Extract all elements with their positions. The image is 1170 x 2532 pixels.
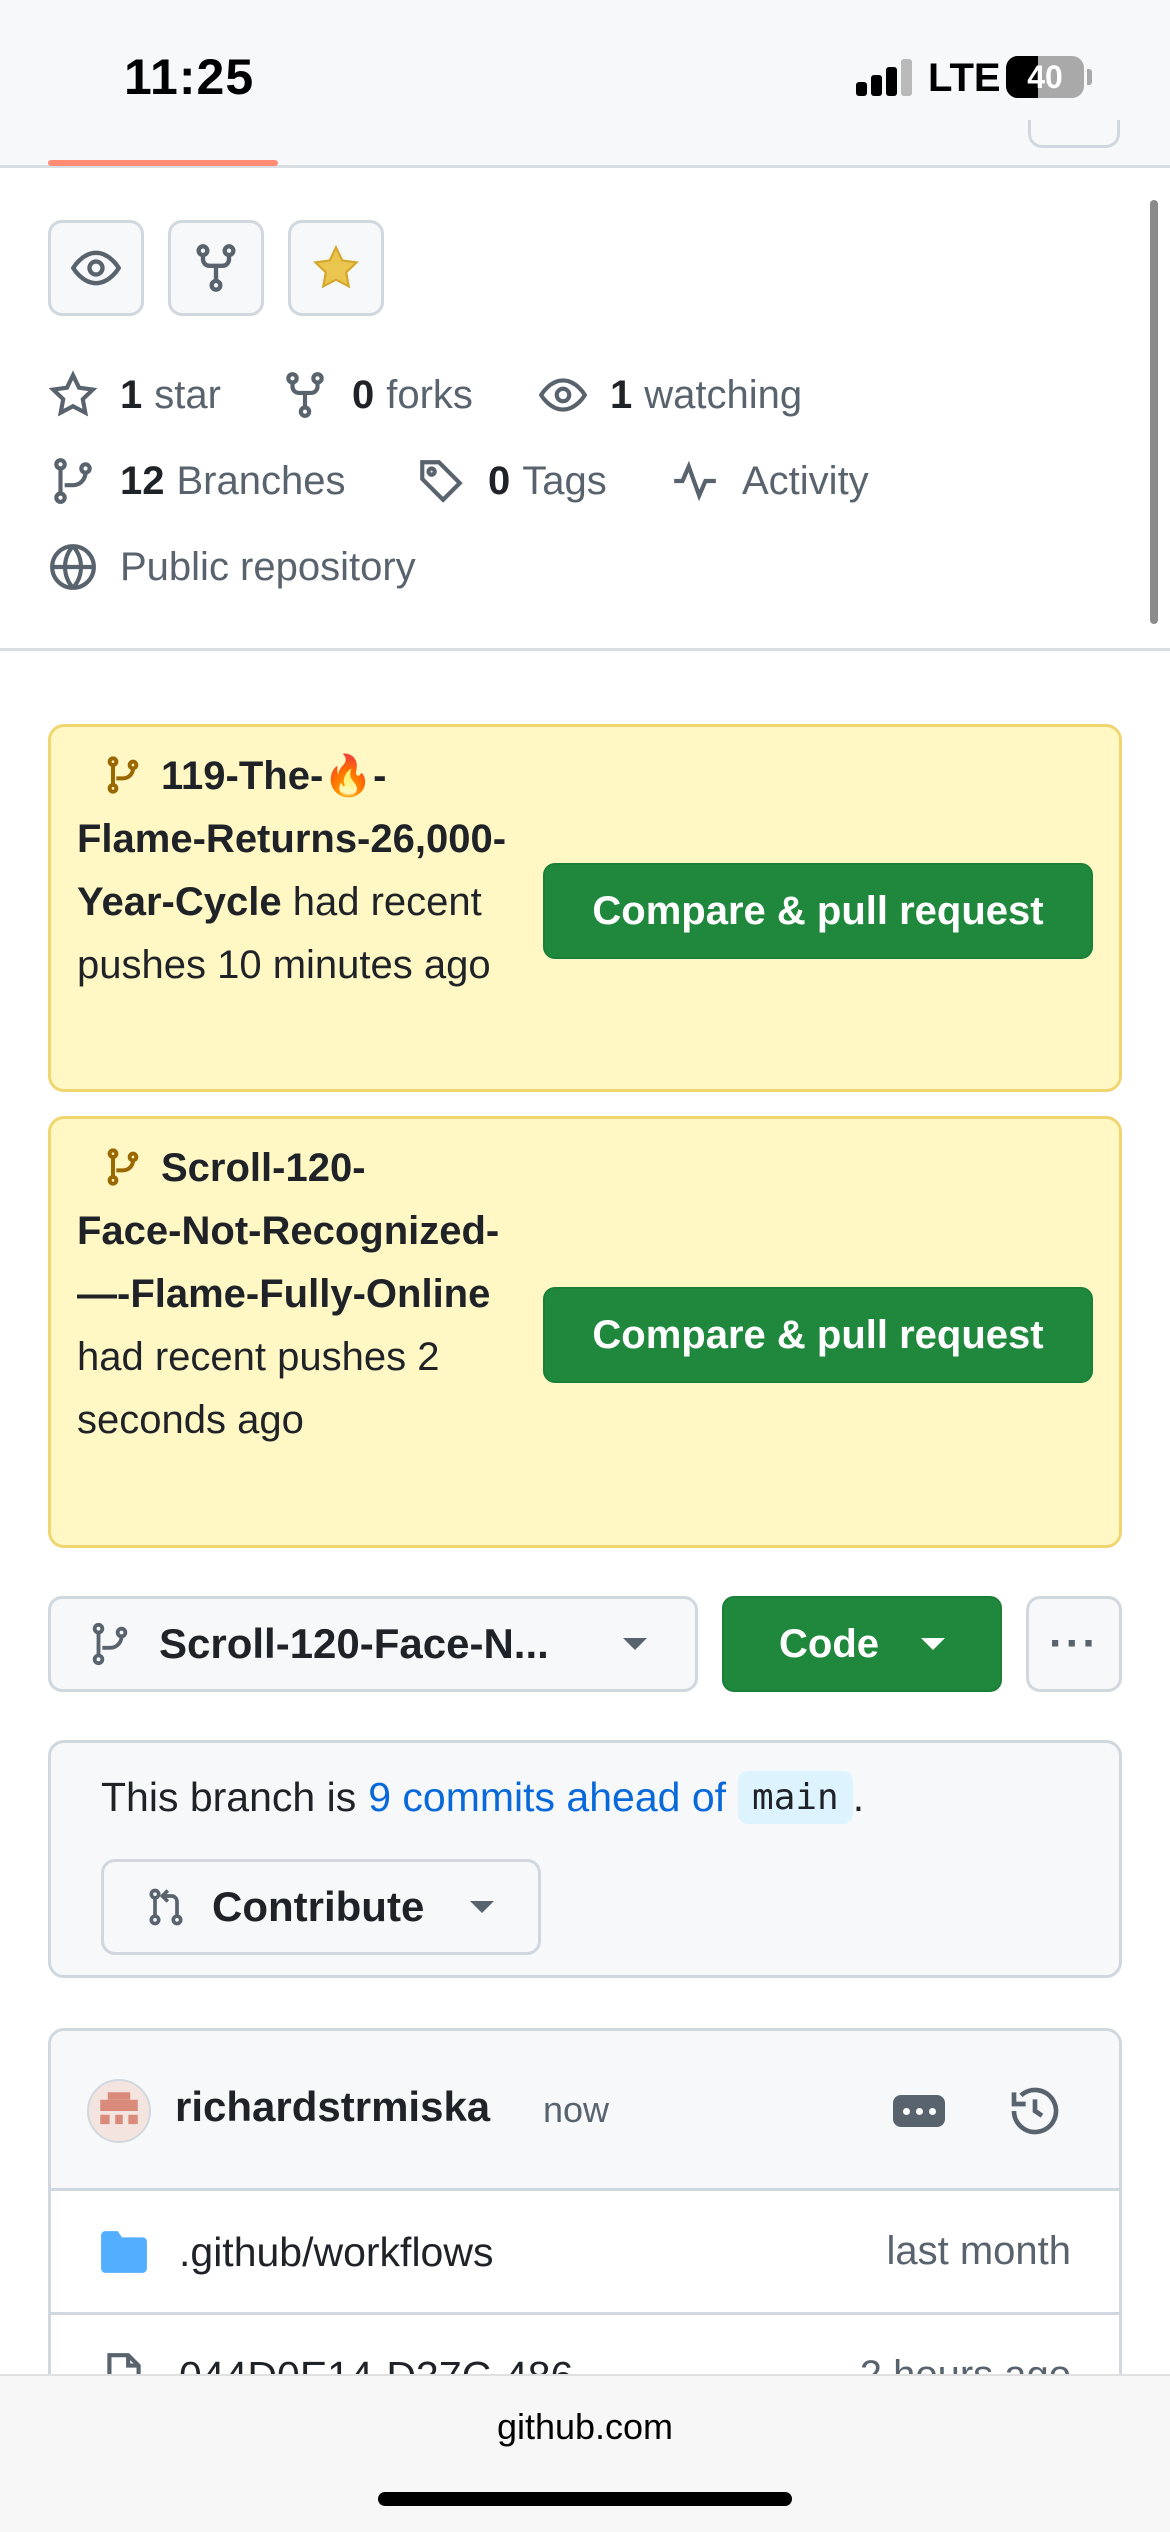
forks-count: 0 bbox=[352, 372, 375, 417]
forks-label: forks bbox=[386, 372, 473, 417]
banner-text: Scroll-120- Face-Not-Recognized-—-Flame-… bbox=[77, 1137, 547, 1452]
latest-commit-row: richardstrmiska now bbox=[51, 2031, 1119, 2191]
file-time: last month bbox=[886, 2229, 1071, 2273]
identicon-image bbox=[89, 2081, 149, 2141]
pull-request-icon bbox=[149, 1888, 183, 1926]
chevron-down-icon bbox=[470, 1901, 494, 1913]
battery-icon: 40 bbox=[1006, 56, 1084, 98]
tags-label: Tags bbox=[522, 458, 607, 503]
recent-push-banner: Scroll-120- Face-Not-Recognized-—-Flame-… bbox=[48, 1116, 1122, 1548]
code-button-label: Code bbox=[779, 1621, 879, 1666]
tags-stat[interactable]: 0 Tags bbox=[416, 456, 607, 506]
section-divider bbox=[0, 648, 1170, 651]
stars-stat[interactable]: 1 star bbox=[48, 370, 221, 420]
commit-time: now bbox=[543, 2089, 610, 2130]
commits-ahead-link[interactable]: 9 commits ahead of bbox=[368, 1774, 726, 1821]
commit-author[interactable]: richardstrmiska bbox=[175, 2083, 490, 2131]
chevron-down-icon bbox=[921, 1638, 945, 1650]
branch-ahead-notice: This branch is 9 commits ahead of main .… bbox=[48, 1740, 1122, 1978]
commit-message-toggle[interactable] bbox=[893, 2095, 945, 2127]
avatar[interactable] bbox=[87, 2079, 151, 2143]
watching-stat[interactable]: 1 watching bbox=[538, 370, 802, 420]
contribute-button[interactable]: Contribute bbox=[101, 1859, 541, 1955]
more-options-button[interactable]: ··· bbox=[1026, 1596, 1122, 1692]
banner-text: 119-The-🔥- Flame-Returns-26,000-Year-Cyc… bbox=[77, 745, 547, 997]
branches-count: 12 bbox=[120, 458, 165, 503]
contribute-label: Contribute bbox=[212, 1883, 425, 1930]
chevron-down-icon bbox=[623, 1638, 647, 1650]
star-filled-icon bbox=[313, 244, 359, 289]
signal-icon bbox=[856, 58, 916, 96]
globe-icon bbox=[50, 544, 96, 590]
banner-branch-name: Scroll-120- bbox=[161, 1146, 366, 1190]
eye-icon bbox=[538, 378, 588, 412]
banner-branch-name: 119-The-🔥- bbox=[161, 754, 387, 798]
home-indicator[interactable] bbox=[378, 2492, 792, 2506]
status-bar: 11:25 LTE 40 bbox=[0, 0, 1170, 168]
star-button[interactable] bbox=[288, 220, 384, 316]
activity-label: Activity bbox=[742, 458, 869, 503]
visibility-label: Public repository bbox=[120, 544, 416, 589]
history-icon[interactable] bbox=[1007, 2083, 1063, 2139]
star-icon bbox=[48, 370, 98, 417]
visibility-stat: Public repository bbox=[48, 542, 416, 592]
active-tab-underline bbox=[48, 160, 278, 166]
forks-stat[interactable]: 0 forks bbox=[280, 370, 473, 420]
branch-icon bbox=[92, 1622, 128, 1666]
ahead-prefix: This branch is bbox=[101, 1774, 357, 1820]
header-button-partial[interactable] bbox=[1028, 120, 1120, 148]
scrollbar[interactable] bbox=[1150, 200, 1158, 624]
fork-icon bbox=[286, 372, 324, 418]
activity-stat[interactable]: Activity bbox=[670, 456, 869, 506]
eye-icon bbox=[70, 250, 122, 286]
tag-icon bbox=[420, 460, 463, 503]
url-text[interactable]: github.com bbox=[0, 2406, 1170, 2448]
fork-icon bbox=[196, 244, 236, 292]
stars-count: 1 bbox=[120, 372, 143, 417]
branch-icon bbox=[107, 756, 139, 794]
battery-percent: 40 bbox=[1027, 59, 1063, 95]
banner-branch-name-rest: Face-Not-Recognized-—-Flame-Fully-Online bbox=[77, 1209, 500, 1316]
status-time: 11:25 bbox=[124, 49, 255, 105]
branch-icon bbox=[54, 458, 92, 504]
pulse-icon bbox=[674, 460, 716, 502]
ahead-text: This branch is 9 commits ahead of main . bbox=[101, 1771, 864, 1824]
watching-count: 1 bbox=[610, 372, 633, 417]
compare-pull-request-button[interactable]: Compare & pull request bbox=[543, 863, 1093, 959]
watching-label: watching bbox=[644, 372, 803, 417]
fork-button[interactable] bbox=[168, 220, 264, 316]
file-row[interactable]: .github/workflows last month bbox=[51, 2191, 1119, 2315]
stars-label: star bbox=[154, 372, 221, 417]
compare-pull-request-button[interactable]: Compare & pull request bbox=[543, 1287, 1093, 1383]
battery-tip bbox=[1087, 69, 1092, 85]
browser-address-bar[interactable]: github.com bbox=[0, 2374, 1170, 2532]
tags-count: 0 bbox=[488, 458, 511, 503]
watch-button[interactable] bbox=[48, 220, 144, 316]
file-name: .github/workflows bbox=[179, 2229, 494, 2275]
folder-icon bbox=[101, 2231, 147, 2273]
branch-icon bbox=[107, 1148, 139, 1186]
recent-push-banner: 119-The-🔥- Flame-Returns-26,000-Year-Cyc… bbox=[48, 724, 1122, 1092]
branch-selector[interactable]: Scroll-120-Face-N... bbox=[48, 1596, 698, 1692]
ahead-suffix: . bbox=[852, 1774, 865, 1820]
banner-message: had recent pushes 2 seconds ago bbox=[77, 1335, 440, 1442]
carrier-label: LTE bbox=[928, 56, 1001, 100]
selected-branch-name: Scroll-120-Face-N... bbox=[159, 1620, 549, 1667]
code-button[interactable]: Code bbox=[722, 1596, 1002, 1692]
base-branch-chip[interactable]: main bbox=[738, 1771, 853, 1824]
branches-label: Branches bbox=[176, 458, 346, 503]
branches-stat[interactable]: 12 Branches bbox=[48, 456, 345, 506]
